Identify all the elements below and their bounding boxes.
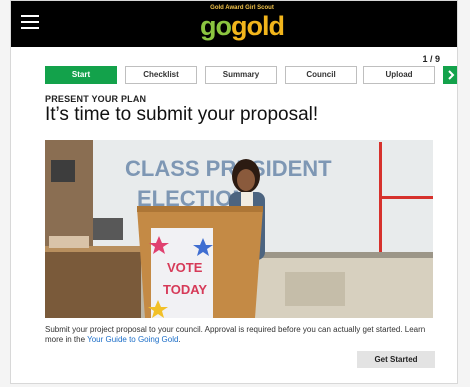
get-started-button[interactable]: Get Started <box>357 351 435 368</box>
section-kicker: PRESENT YOUR PLAN <box>45 94 147 104</box>
page-headline: It’s time to submit your proposal! <box>45 104 319 125</box>
poster-text-line-2: TODAY <box>163 282 207 297</box>
gogold-logo[interactable]: Gold Award Girl Scout gogold <box>197 5 287 43</box>
logo-gold: gold <box>231 11 285 41</box>
chevron-right-icon[interactable] <box>443 66 457 84</box>
top-bar: Gold Award Girl Scout gogold <box>11 1 457 47</box>
step-tab-checklist[interactable]: Checklist <box>125 66 197 84</box>
hero-photo-illustration: CLASS PRESIDENT ELECTION VOTE TODAY <box>45 140 433 318</box>
description-text: Submit your project proposal to your cou… <box>45 325 445 345</box>
hero-photo: CLASS PRESIDENT ELECTION VOTE TODAY <box>45 140 433 318</box>
step-tab-start[interactable]: Start <box>45 66 117 84</box>
logo-go: go <box>200 11 232 41</box>
step-tab-council[interactable]: Council <box>285 66 357 84</box>
description-end: . <box>178 335 181 344</box>
app-frame: Gold Award Girl Scout gogold 1 / 9 Start… <box>10 0 458 384</box>
hamburger-menu-icon[interactable] <box>21 15 39 29</box>
step-counter: 1 / 9 <box>422 54 440 64</box>
step-tab-summary[interactable]: Summary <box>205 66 277 84</box>
poster-text-line-1: VOTE <box>167 260 203 275</box>
logo-wordmark: gogold <box>197 12 287 40</box>
guide-link[interactable]: Your Guide to Going Gold <box>87 335 178 344</box>
step-navigation: Start Checklist Summary Council Upload <box>45 66 457 84</box>
board-text-line-1: CLASS PRESIDENT <box>125 156 332 181</box>
step-tab-upload[interactable]: Upload <box>363 66 435 84</box>
